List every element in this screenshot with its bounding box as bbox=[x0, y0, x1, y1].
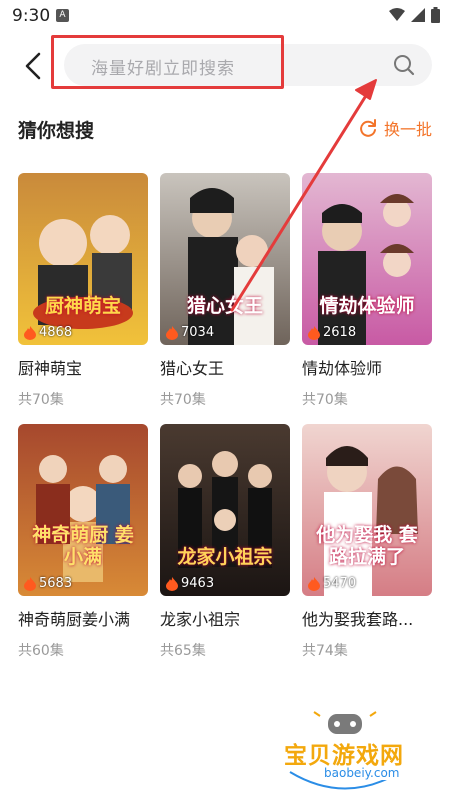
drama-name[interactable]: 他为娶我套路... bbox=[302, 606, 432, 630]
view-count-value: 5683 bbox=[39, 576, 73, 591]
watermark-text: 宝贝游戏网 bbox=[284, 743, 404, 769]
view-count-value: 9463 bbox=[181, 576, 215, 591]
drama-card[interactable]: 龙家小祖宗 9463 龙家小祖宗 共65集 bbox=[160, 424, 290, 660]
refresh-label: 换一批 bbox=[383, 120, 432, 139]
drama-card[interactable]: 他为娶我 套路拉满了 5470 他为娶我套路... 共74集 bbox=[302, 424, 432, 660]
view-count: 4868 bbox=[24, 325, 72, 340]
drama-name[interactable]: 神奇萌厨姜小满 bbox=[18, 606, 148, 630]
poster-title: 龙家小祖宗 bbox=[177, 546, 273, 568]
refresh-button[interactable]: 换一批 bbox=[358, 116, 432, 140]
poster-art bbox=[36, 455, 130, 582]
view-count: 9463 bbox=[166, 576, 214, 591]
drama-poster[interactable]: 他为娶我 套路拉满了 5470 bbox=[302, 424, 432, 596]
status-time: 9:30 bbox=[12, 6, 51, 26]
drama-card[interactable]: 厨神萌宝 4868 厨神萌宝 共70集 bbox=[18, 173, 148, 409]
episode-count: 共70集 bbox=[160, 392, 206, 408]
drama-poster[interactable]: 情劫体验师 2618 bbox=[302, 173, 432, 345]
view-count: 7034 bbox=[166, 325, 214, 340]
episode-count: 共70集 bbox=[18, 392, 64, 408]
signal-icon bbox=[411, 8, 425, 22]
annotation-highlight-box bbox=[51, 35, 284, 89]
watermark-url: baobeiy.com bbox=[320, 766, 404, 780]
status-icons bbox=[389, 7, 440, 23]
view-count: 2618 bbox=[308, 325, 356, 340]
view-count: 5683 bbox=[24, 576, 72, 591]
view-count-value: 2618 bbox=[323, 325, 357, 340]
drama-name[interactable]: 厨神萌宝 bbox=[18, 355, 148, 379]
view-count-value: 4868 bbox=[39, 325, 73, 340]
episode-count: 共65集 bbox=[160, 643, 206, 659]
fire-icon bbox=[308, 325, 320, 340]
drama-card[interactable]: 情劫体验师 2618 情劫体验师 共70集 bbox=[302, 173, 432, 409]
fire-icon bbox=[166, 576, 178, 591]
wifi-icon bbox=[389, 8, 405, 21]
search-icon[interactable] bbox=[392, 53, 416, 77]
poster-title: 厨神萌宝 bbox=[44, 295, 121, 317]
view-count-value: 5470 bbox=[323, 576, 357, 591]
poster-title: 神奇萌厨 姜小满 bbox=[32, 524, 134, 568]
poster-title: 情劫体验师 bbox=[319, 295, 415, 317]
poster-art bbox=[318, 194, 414, 345]
drama-poster[interactable]: 猎心女王 7034 bbox=[160, 173, 290, 345]
view-count: 5470 bbox=[308, 576, 356, 591]
poster-art bbox=[33, 215, 133, 329]
battery-icon bbox=[431, 7, 440, 23]
fire-icon bbox=[308, 576, 320, 591]
drama-poster[interactable]: 龙家小祖宗 9463 bbox=[160, 424, 290, 596]
poster-title: 猎心女王 bbox=[186, 295, 263, 317]
notification-app-icon: A bbox=[56, 9, 69, 22]
episode-count: 共74集 bbox=[302, 643, 348, 659]
fire-icon bbox=[166, 325, 178, 340]
poster-art bbox=[178, 451, 272, 568]
refresh-icon bbox=[360, 119, 376, 137]
section-title: 猜你想搜 bbox=[18, 120, 95, 142]
drama-name[interactable]: 龙家小祖宗 bbox=[160, 606, 290, 630]
drama-name[interactable]: 猎心女王 bbox=[160, 355, 290, 379]
watermark-logo: 宝贝游戏网 baobeiy.com bbox=[270, 710, 420, 790]
drama-poster[interactable]: 厨神萌宝 4868 bbox=[18, 173, 148, 345]
poster-title: 他为娶我 套路拉满了 bbox=[316, 524, 418, 568]
status-bar: 9:30 A bbox=[0, 0, 450, 32]
drama-name[interactable]: 情劫体验师 bbox=[302, 355, 432, 379]
poster-art bbox=[188, 188, 274, 345]
drama-poster[interactable]: 神奇萌厨 姜小满 5683 bbox=[18, 424, 148, 596]
view-count-value: 7034 bbox=[181, 325, 215, 340]
episode-count: 共70集 bbox=[302, 392, 348, 408]
back-arrow-icon[interactable] bbox=[20, 50, 48, 82]
drama-card[interactable]: 神奇萌厨 姜小满 5683 神奇萌厨姜小满 共60集 bbox=[18, 424, 148, 660]
fire-icon bbox=[24, 325, 36, 340]
episode-count: 共60集 bbox=[18, 643, 64, 659]
drama-card[interactable]: 猎心女王 7034 猎心女王 共70集 bbox=[160, 173, 290, 409]
fire-icon bbox=[24, 576, 36, 591]
poster-art bbox=[324, 446, 418, 596]
